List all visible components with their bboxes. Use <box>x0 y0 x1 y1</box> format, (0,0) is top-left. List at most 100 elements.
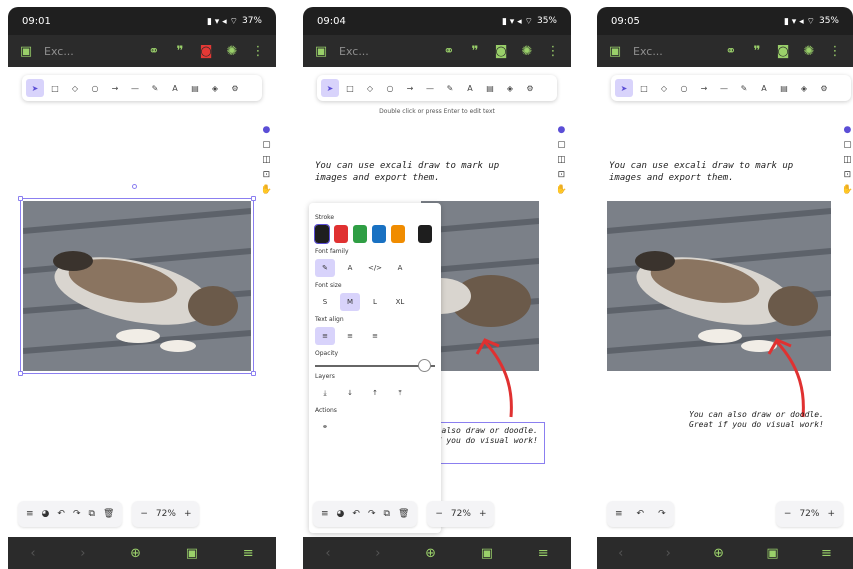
color-swatch-orange[interactable] <box>391 225 405 243</box>
more-icon[interactable]: ⋮ <box>545 43 561 59</box>
library-icon[interactable]: ⚙ <box>521 79 539 97</box>
book-icon[interactable]: ◫ <box>843 155 852 165</box>
eraser-icon[interactable]: ◈ <box>206 79 224 97</box>
resize-handle[interactable] <box>251 371 256 376</box>
eraser-icon[interactable]: ◈ <box>501 79 519 97</box>
palette-icon[interactable]: ✺ <box>224 43 240 59</box>
ellipse-icon[interactable]: ○ <box>675 79 693 97</box>
opacity-slider[interactable] <box>315 359 435 372</box>
add-icon[interactable]: ⊕ <box>425 546 436 561</box>
text-note-top[interactable]: You can use excali draw to mark up image… <box>315 160 515 184</box>
back-icon[interactable]: ‹ <box>30 546 35 561</box>
zoom-in-button[interactable]: + <box>827 509 835 519</box>
diamond-icon[interactable]: ◇ <box>655 79 673 97</box>
sidebar-icon[interactable]: ▣ <box>313 43 329 59</box>
arrow-icon[interactable]: → <box>401 79 419 97</box>
font-size-s[interactable]: S <box>315 293 335 311</box>
tabs-icon[interactable]: ▣ <box>766 546 778 561</box>
quote-icon[interactable]: ❞ <box>467 43 483 59</box>
rotate-handle[interactable] <box>132 184 137 189</box>
lock-icon[interactable]: ⊡ <box>263 170 271 180</box>
font-hand-option[interactable]: ✎ <box>315 259 335 277</box>
lock-icon[interactable]: ⊡ <box>844 170 852 180</box>
save-icon[interactable]: ◙ <box>493 43 509 59</box>
forward-icon[interactable]: › <box>666 546 671 561</box>
arrow-icon[interactable]: → <box>106 79 124 97</box>
menu-icon[interactable]: ≡ <box>538 546 549 561</box>
book-icon[interactable]: ◫ <box>262 155 271 165</box>
undo-icon[interactable]: ↶ <box>57 509 65 519</box>
redo-icon[interactable]: ↷ <box>658 509 666 519</box>
link-icon[interactable]: ⚭ <box>315 418 335 436</box>
lock-icon[interactable]: ⊡ <box>558 170 566 180</box>
zoom-out-button[interactable]: − <box>435 509 443 519</box>
back-icon[interactable]: ‹ <box>618 546 623 561</box>
palette-icon[interactable]: ✺ <box>519 43 535 59</box>
select-tool[interactable]: ➤ <box>26 79 44 97</box>
pencil-icon[interactable]: ✎ <box>146 79 164 97</box>
send-backward-icon[interactable]: ↓ <box>340 384 360 402</box>
zoom-in-button[interactable]: + <box>184 509 192 519</box>
palette-icon[interactable]: ◕ <box>42 509 50 519</box>
color-swatch-custom[interactable] <box>418 225 432 243</box>
font-size-l[interactable]: L <box>365 293 385 311</box>
zoom-out-button[interactable]: − <box>784 509 792 519</box>
text-note-bottom[interactable]: You can also draw or doodle. Great if yo… <box>689 410 839 430</box>
add-icon[interactable]: ⊕ <box>130 546 141 561</box>
bring-to-front-icon[interactable]: ⤒ <box>390 384 410 402</box>
palette-icon[interactable]: ✺ <box>801 43 817 59</box>
sidebar-icon[interactable]: ▣ <box>18 43 34 59</box>
library-icon[interactable]: ⚙ <box>226 79 244 97</box>
font-size-xl[interactable]: XL <box>390 293 410 311</box>
undo-icon[interactable]: ↶ <box>352 509 360 519</box>
forward-icon[interactable]: › <box>80 546 85 561</box>
redo-icon[interactable]: ↷ <box>368 509 376 519</box>
font-more-option[interactable]: A <box>390 259 410 277</box>
doc-icon[interactable]: ▢ <box>843 140 852 150</box>
link-icon[interactable]: ⚭ <box>146 43 162 59</box>
zoom-out-button[interactable]: − <box>140 509 148 519</box>
pan-icon[interactable]: ✋ <box>842 185 853 195</box>
image-icon[interactable]: ▤ <box>186 79 204 97</box>
forward-icon[interactable]: › <box>375 546 380 561</box>
menu-icon[interactable]: ≡ <box>26 509 34 519</box>
tabs-icon[interactable]: ▣ <box>481 546 493 561</box>
link-icon[interactable]: ⚭ <box>723 43 739 59</box>
doc-icon[interactable]: ▢ <box>557 140 566 150</box>
save-icon[interactable]: ◙ <box>198 43 214 59</box>
font-size-m[interactable]: M <box>340 293 360 311</box>
menu-icon[interactable]: ≡ <box>821 546 832 561</box>
align-center-icon[interactable]: ≡ <box>340 327 360 345</box>
red-arrow-drawing[interactable] <box>473 332 523 422</box>
ellipse-icon[interactable]: ○ <box>86 79 104 97</box>
select-tool[interactable]: ➤ <box>615 79 633 97</box>
pan-icon[interactable]: ✋ <box>556 185 567 195</box>
diamond-icon[interactable]: ◇ <box>66 79 84 97</box>
back-icon[interactable]: ‹ <box>325 546 330 561</box>
font-code-option[interactable]: </> <box>365 259 385 277</box>
align-left-icon[interactable]: ≡ <box>315 327 335 345</box>
trash-icon[interactable]: 🗑 <box>398 509 409 519</box>
undo-icon[interactable]: ↶ <box>637 509 645 519</box>
trash-icon[interactable]: 🗑 <box>103 509 114 519</box>
text-icon[interactable]: A <box>755 79 773 97</box>
duplicate-icon[interactable]: ⧉ <box>384 509 390 519</box>
send-to-back-icon[interactable]: ⤓ <box>315 384 335 402</box>
pan-icon[interactable]: ✋ <box>261 185 272 195</box>
quote-icon[interactable]: ❞ <box>749 43 765 59</box>
pencil-icon[interactable]: ✎ <box>735 79 753 97</box>
resize-handle[interactable] <box>251 196 256 201</box>
image-icon[interactable]: ▤ <box>481 79 499 97</box>
text-icon[interactable]: A <box>166 79 184 97</box>
image-icon[interactable]: ▤ <box>775 79 793 97</box>
align-right-icon[interactable]: ≡ <box>365 327 385 345</box>
duplicate-icon[interactable]: ⧉ <box>89 509 95 519</box>
tabs-icon[interactable]: ▣ <box>186 546 198 561</box>
color-swatch-black[interactable] <box>314 224 330 244</box>
font-normal-option[interactable]: A <box>340 259 360 277</box>
rect-icon[interactable]: □ <box>341 79 359 97</box>
hand-icon[interactable]: ● <box>843 125 851 135</box>
line-icon[interactable]: — <box>715 79 733 97</box>
menu-icon[interactable]: ≡ <box>243 546 254 561</box>
eraser-icon[interactable]: ◈ <box>795 79 813 97</box>
